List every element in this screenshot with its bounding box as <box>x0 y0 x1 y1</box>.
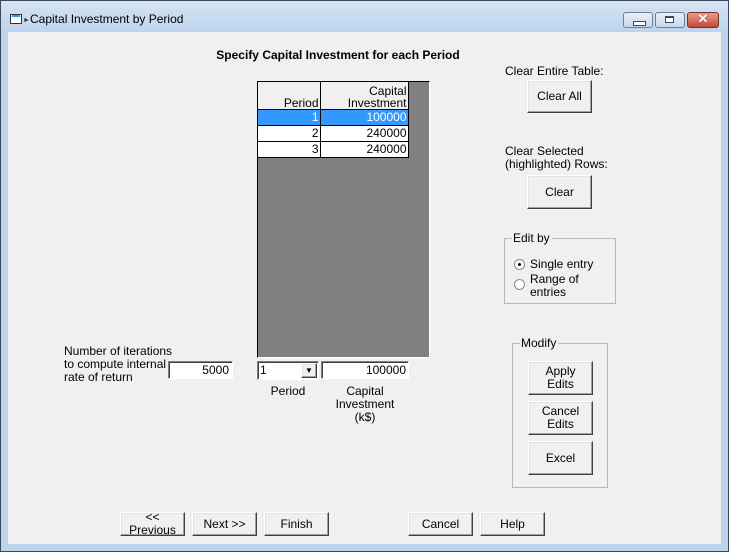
window-title: Capital Investment by Period <box>30 12 184 26</box>
clear-all-button[interactable]: Clear All <box>527 80 592 113</box>
minimize-icon <box>633 21 646 26</box>
finish-button[interactable]: Finish <box>264 512 329 536</box>
modify-group: Modify Apply Edits Cancel Edits Excel <box>512 336 608 488</box>
period-dropdown-value: 1 <box>260 363 267 377</box>
minimize-button[interactable] <box>623 12 653 28</box>
clear-all-label: Clear Entire Table: <box>505 64 604 78</box>
table-row[interactable]: 3 240000 <box>258 141 409 158</box>
range-of-entries-label[interactable]: Range of entries <box>530 273 579 299</box>
help-button[interactable]: Help <box>480 512 545 536</box>
modify-title: Modify <box>520 336 559 350</box>
investment-field-label: Capital Investment (k$) <box>321 385 409 424</box>
column-header-capital-investment[interactable]: Capital Investment <box>320 82 409 110</box>
chevron-down-icon[interactable]: ▼ <box>301 363 317 378</box>
title-bar[interactable]: ► Capital Investment by Period ✕ <box>1 1 728 33</box>
app-icon[interactable] <box>10 14 22 24</box>
excel-button[interactable]: Excel <box>528 441 593 475</box>
close-icon: ✕ <box>697 11 709 26</box>
single-entry-radio[interactable] <box>514 259 525 270</box>
investment-table: Period Capital Investment 1 100000 2 2400… <box>258 82 409 158</box>
table-header-row: Period Capital Investment <box>258 82 409 110</box>
table-row[interactable]: 2 240000 <box>258 125 409 142</box>
clear-selected-button[interactable]: Clear <box>527 175 592 209</box>
apply-edits-button[interactable]: Apply Edits <box>528 361 593 395</box>
close-button[interactable]: ✕ <box>687 11 719 28</box>
clear-selected-label: Clear Selected (highlighted) Rows: <box>505 145 608 171</box>
cell-investment[interactable]: 240000 <box>320 125 409 142</box>
next-button[interactable]: Next >> <box>192 512 257 536</box>
period-field-label: Period <box>270 384 306 398</box>
iterations-input[interactable]: 5000 <box>168 361 233 379</box>
maximize-button[interactable] <box>655 12 685 28</box>
cell-period[interactable]: 3 <box>258 141 321 158</box>
page-heading: Specify Capital Investment for each Peri… <box>216 48 460 62</box>
cell-period[interactable]: 1 <box>258 109 321 126</box>
investment-grid[interactable]: Period Capital Investment 1 100000 2 2400… <box>257 81 430 358</box>
maximize-icon <box>665 16 674 23</box>
range-of-entries-line2: entries <box>530 285 567 299</box>
cancel-edits-line2: Edits <box>547 417 574 431</box>
investment-input[interactable]: 100000 <box>321 361 409 379</box>
cell-period[interactable]: 2 <box>258 125 321 142</box>
iterations-label: Number of iterations to compute internal… <box>64 345 172 384</box>
period-dropdown[interactable]: 1 ▼ <box>257 361 319 380</box>
investment-field-label-line3: (k$) <box>354 410 376 424</box>
edit-by-group: Edit by Single entry Range of entries <box>504 231 616 304</box>
cell-investment[interactable]: 100000 <box>320 109 409 126</box>
dialog-window: ► Capital Investment by Period ✕ Specify… <box>0 0 729 552</box>
cancel-edits-button[interactable]: Cancel Edits <box>528 401 593 435</box>
column-header-period[interactable]: Period <box>258 82 321 110</box>
range-of-entries-radio[interactable] <box>514 279 525 290</box>
menu-arrow-icon: ► <box>23 17 30 24</box>
cell-investment[interactable]: 240000 <box>320 141 409 158</box>
edit-by-title: Edit by <box>512 231 552 245</box>
client-area: Specify Capital Investment for each Peri… <box>8 32 721 544</box>
apply-edits-line2: Edits <box>547 377 574 391</box>
table-row[interactable]: 1 100000 <box>258 109 409 126</box>
clear-selected-label-line2: (highlighted) Rows: <box>505 157 608 171</box>
column-header-capital-investment-text: Capital Investment <box>347 83 407 110</box>
iterations-label-line3: rate of return <box>64 370 133 384</box>
single-entry-label[interactable]: Single entry <box>530 258 593 271</box>
cancel-button[interactable]: Cancel <box>408 512 473 536</box>
previous-button[interactable]: << Previous <box>120 511 185 537</box>
